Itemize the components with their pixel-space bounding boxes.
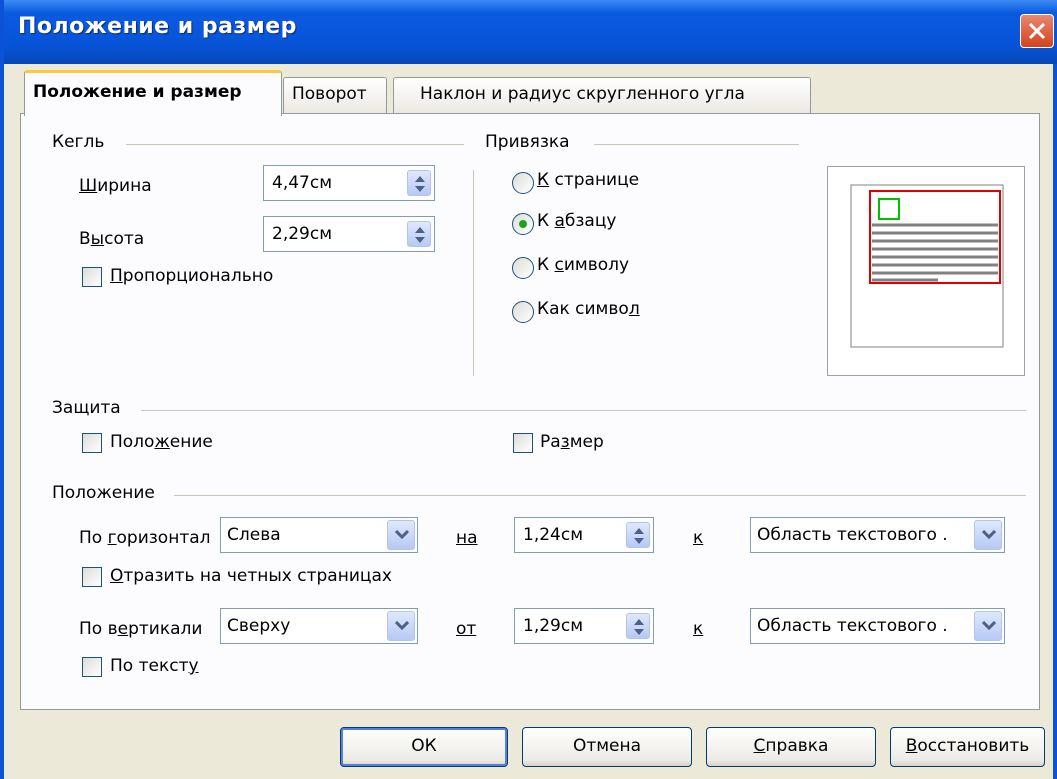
width-spin-buttons[interactable] (407, 170, 431, 196)
vertical-reference-select[interactable]: Область текстового . (750, 608, 1005, 644)
width-spinbox[interactable]: 4,47см (263, 165, 435, 201)
anchor-preview (827, 166, 1025, 376)
vertical-offset-value: 1,29см (523, 616, 584, 636)
window-title: Положение и размер (18, 14, 297, 39)
height-label: Высота (79, 229, 145, 249)
height-value: 2,29см (272, 224, 333, 244)
width-value: 4,47см (272, 173, 333, 193)
vertical-select[interactable]: Сверху (220, 608, 418, 644)
anchor-as-character-label: Как символ (537, 299, 640, 319)
vertical-offset-spinbox[interactable]: 1,29см (514, 608, 654, 644)
tab-label: Наклон и радиус скругленного угла (420, 84, 745, 104)
chevron-down-icon (982, 621, 996, 631)
close-button[interactable] (1020, 14, 1054, 48)
anchor-as-character-radio[interactable] (512, 301, 534, 323)
horizontal-select[interactable]: Слева (220, 517, 418, 553)
horizontal-offset-spin-buttons[interactable] (626, 522, 650, 548)
help-button-label: Справка (753, 736, 829, 756)
vertical-offset-spin-buttons[interactable] (626, 613, 650, 639)
chevron-down-icon (395, 621, 409, 631)
tab-position-size[interactable]: Положение и размер (24, 70, 282, 116)
width-label: Ширина (79, 176, 152, 196)
ok-button[interactable]: ОК (340, 727, 508, 767)
mirror-even-pages-checkbox[interactable] (82, 567, 102, 587)
spin-arrows-icon (634, 619, 644, 635)
chevron-down-icon (982, 530, 996, 540)
protect-position-checkbox[interactable] (82, 433, 102, 453)
tab-rotation[interactable]: Поворот (283, 77, 387, 113)
position-group-label: Положение (52, 483, 155, 503)
cancel-button-label: Отмена (572, 736, 642, 756)
protect-group-divider (141, 410, 1026, 411)
horizontal-value: Слева (227, 525, 281, 545)
size-group-divider (126, 144, 464, 145)
horizontal-dropdown-button[interactable] (387, 520, 415, 550)
close-icon (1028, 22, 1046, 40)
spin-arrows-icon (634, 528, 644, 544)
proportional-label: Пропорционально (110, 266, 274, 286)
horizontal-by-label: на (456, 528, 478, 548)
follow-text-flow-checkbox[interactable] (82, 657, 102, 677)
proportional-checkbox[interactable] (82, 267, 102, 287)
anchor-to-character-radio[interactable] (512, 257, 534, 279)
spin-arrows-icon (415, 176, 425, 192)
page-preview-graphic (850, 184, 1004, 348)
anchor-to-paragraph-radio[interactable] (512, 213, 534, 235)
vertical-value: Сверху (227, 616, 291, 636)
horizontal-to-label: к (693, 528, 704, 548)
horizontal-offset-value: 1,24см (523, 525, 584, 545)
reset-button-label: Восстановить (905, 736, 1030, 756)
vertical-from-label: от (456, 619, 477, 639)
size-group-label: Кегль (52, 132, 105, 152)
horizontal-reference-dropdown-button[interactable] (974, 520, 1002, 550)
tab-label: Положение и размер (33, 82, 242, 102)
help-button[interactable]: Справка (706, 727, 876, 767)
vertical-to-label: к (693, 619, 704, 639)
position-group-divider (174, 495, 1026, 496)
horizontal-label: По горизонтал (79, 528, 211, 548)
tab-slant-corner-radius[interactable]: Наклон и радиус скругленного угла (393, 77, 811, 113)
chevron-down-icon (395, 530, 409, 540)
radio-selected-dot (519, 220, 527, 228)
protect-position-label: Положение (110, 432, 213, 452)
tab-label: Поворот (292, 84, 367, 104)
dialog-window: Положение и размер Положение и размер По… (0, 0, 1057, 779)
horizontal-offset-spinbox[interactable]: 1,24см (514, 517, 654, 553)
spin-arrows-icon (415, 227, 425, 243)
protect-size-label: Размер (540, 432, 604, 452)
reset-button[interactable]: Восстановить (890, 727, 1045, 767)
anchor-to-paragraph-label: К абзацу (537, 211, 617, 231)
follow-text-flow-label: По тексту (110, 656, 199, 676)
height-spin-buttons[interactable] (407, 221, 431, 247)
protect-group-label: Защита (52, 398, 121, 418)
horizontal-reference-select[interactable]: Область текстового . (750, 517, 1005, 553)
protect-size-checkbox[interactable] (513, 433, 533, 453)
anchor-to-character-label: К символу (537, 255, 630, 275)
vertical-dropdown-button[interactable] (387, 611, 415, 641)
anchor-separator (473, 170, 474, 376)
vertical-reference-dropdown-button[interactable] (974, 611, 1002, 641)
mirror-even-pages-label: Отразить на четных страницах (110, 566, 392, 586)
cancel-button[interactable]: Отмена (522, 727, 692, 767)
anchor-group-label: Привязка (485, 132, 570, 152)
ok-button-label: ОК (411, 736, 437, 756)
vertical-reference-value: Область текстового . (757, 616, 948, 636)
vertical-label: По вертикали (79, 619, 203, 639)
anchor-to-page-label: К странице (537, 170, 640, 190)
height-spinbox[interactable]: 2,29см (263, 216, 435, 252)
anchor-to-page-radio[interactable] (512, 172, 534, 194)
anchor-group-divider (594, 144, 799, 145)
title-bar[interactable]: Положение и размер (4, 0, 1057, 64)
horizontal-reference-value: Область текстового . (757, 525, 948, 545)
